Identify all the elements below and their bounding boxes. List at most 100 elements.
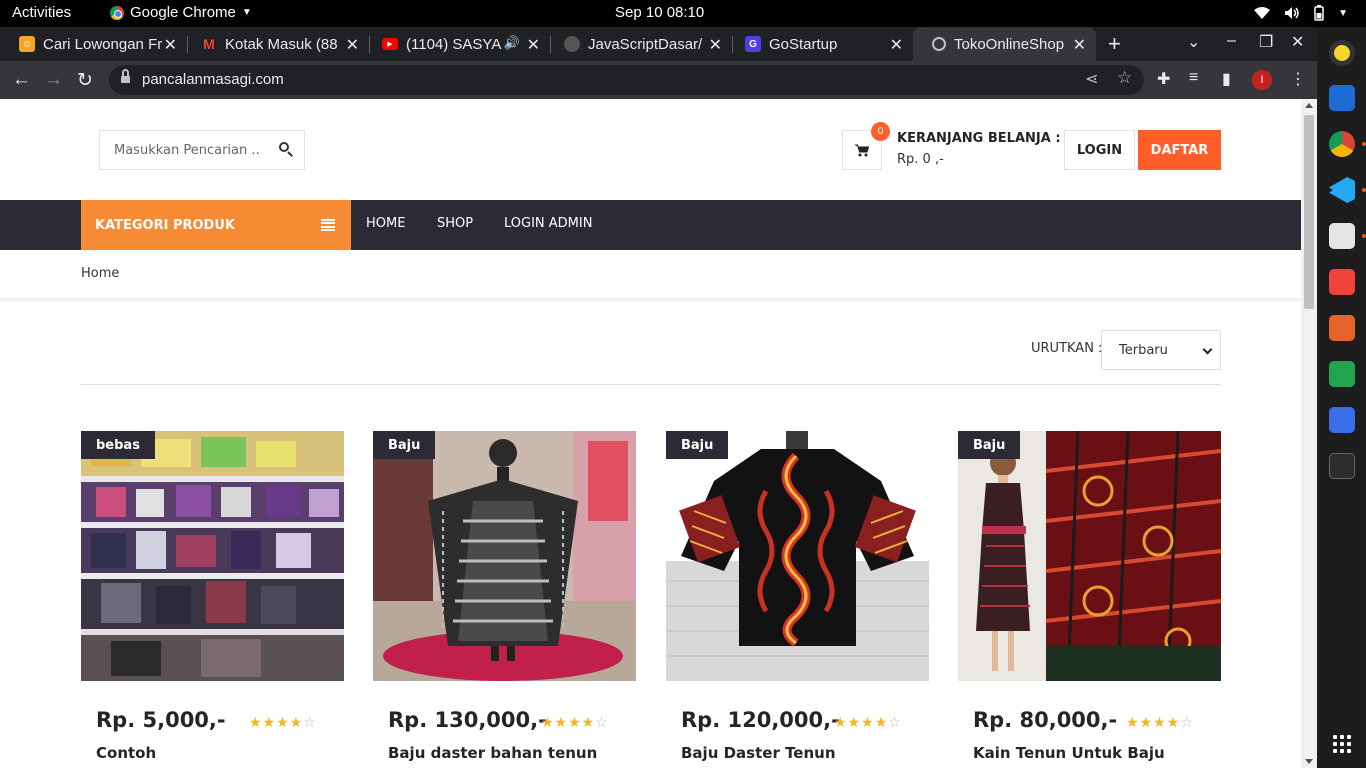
chrome-dock-icon[interactable] xyxy=(1329,131,1355,157)
tab-gmail[interactable]: M Kotak Masuk (88 ✕ xyxy=(182,27,369,61)
show-apps-icon[interactable] xyxy=(1333,735,1351,753)
login-button[interactable]: LOGIN xyxy=(1064,130,1135,170)
close-window-icon[interactable]: ✕ xyxy=(1291,32,1304,52)
product-price: Rp. 130,000,- xyxy=(388,708,547,732)
new-tab-button[interactable]: + xyxy=(1108,31,1121,57)
close-icon[interactable]: ✕ xyxy=(709,35,722,55)
tab-title: Kotak Masuk (88 xyxy=(225,35,338,53)
terminal-icon[interactable] xyxy=(1329,453,1355,479)
product-image[interactable] xyxy=(958,431,1221,681)
app-menu-label: Google Chrome xyxy=(130,4,236,21)
writer-icon[interactable] xyxy=(1329,85,1355,111)
scrollbar-thumb[interactable] xyxy=(1304,115,1314,309)
cart-title: KERANJANG BELANJA : xyxy=(897,131,1061,146)
app-menu[interactable]: Google Chrome ▼ xyxy=(110,4,252,21)
wifi-icon xyxy=(1254,7,1271,19)
profile-avatar[interactable]: I xyxy=(1252,70,1272,90)
tab-title: JavaScriptDasar/ xyxy=(588,35,703,53)
close-icon[interactable]: ✕ xyxy=(1073,35,1086,55)
rhythmbox-icon[interactable] xyxy=(1329,40,1355,66)
category-tag[interactable]: Baju xyxy=(373,431,436,459)
files-icon[interactable] xyxy=(1329,223,1355,249)
side-panel-icon[interactable]: ▮ xyxy=(1222,69,1231,89)
star-icon: ★★★★ xyxy=(249,714,304,730)
product-name[interactable]: Kain Tenun Untuk Baju xyxy=(973,744,1165,762)
chevron-down-icon xyxy=(1202,344,1213,355)
audio-playing-icon[interactable]: 🔊 xyxy=(504,35,520,51)
nav-login-admin[interactable]: LOGIN ADMIN xyxy=(504,216,592,231)
category-tag[interactable]: Baju xyxy=(958,431,1021,459)
sort-label: URUTKAN : xyxy=(1031,341,1103,356)
clock[interactable]: Sep 10 08:10 xyxy=(615,4,704,21)
activities-button[interactable]: Activities xyxy=(12,4,71,21)
tab-title: TokoOnlineShop xyxy=(954,35,1065,53)
search-icon[interactable] xyxy=(278,141,294,157)
lock-icon[interactable] xyxy=(121,69,130,84)
rating-stars: ★★★★☆ xyxy=(541,714,609,731)
reload-icon[interactable]: ↻ xyxy=(77,69,93,92)
address-bar[interactable]: pancalanmasagi.com ⋖ ☆ xyxy=(109,65,1144,95)
system-tray[interactable]: ▼ xyxy=(1254,5,1348,21)
list-icon xyxy=(321,219,335,231)
tab-github[interactable]: JavaScriptDasar/ ✕ xyxy=(545,27,732,61)
nav-shop[interactable]: SHOP xyxy=(437,216,473,231)
tab-gostartup[interactable]: G GoStartup ✕ xyxy=(726,27,913,61)
close-icon[interactable]: ✕ xyxy=(527,35,540,55)
divider xyxy=(81,384,1221,385)
close-icon[interactable]: ✕ xyxy=(164,35,177,55)
category-menu-button[interactable]: KATEGORI PRODUK xyxy=(81,200,351,250)
globe-icon xyxy=(932,37,946,51)
register-button[interactable]: DAFTAR xyxy=(1138,130,1221,170)
section-divider-shadow xyxy=(0,298,1301,303)
job-icon: ☺ xyxy=(19,36,35,52)
sort-select[interactable]: Terbaru xyxy=(1101,330,1221,370)
vscode-icon[interactable] xyxy=(1329,177,1355,203)
tab-search-icon[interactable]: ⌄ xyxy=(1187,32,1200,52)
bookmark-star-icon[interactable]: ☆ xyxy=(1117,68,1132,88)
tab-youtube[interactable]: ▶ (1104) SASYA 🔊 ✕ xyxy=(363,27,550,61)
tab-title: Cari Lowongan Fr xyxy=(43,35,163,53)
back-icon[interactable]: ← xyxy=(12,69,31,91)
reading-list-icon[interactable]: ≡ xyxy=(1189,69,1198,87)
star-icon: ★★★★ xyxy=(541,714,596,730)
breadcrumb[interactable]: Home xyxy=(81,266,119,281)
product-name[interactable]: Baju Daster Tenun xyxy=(681,744,836,762)
menu-kebab-icon[interactable]: ⋮ xyxy=(1290,69,1306,89)
search-input[interactable] xyxy=(100,131,265,169)
category-tag[interactable]: bebas xyxy=(81,431,155,459)
share-icon[interactable]: ⋖ xyxy=(1085,69,1098,89)
restore-icon[interactable]: ❐ xyxy=(1259,32,1273,52)
url-text[interactable]: pancalanmasagi.com xyxy=(142,71,284,88)
product-name[interactable]: Contoh xyxy=(96,744,156,762)
scroll-down-arrow-icon[interactable] xyxy=(1305,759,1313,764)
main-nav: KATEGORI PRODUK HOME SHOP LOGIN ADMIN xyxy=(0,200,1301,250)
star-icon: ★★★★ xyxy=(1126,714,1181,730)
product-image[interactable] xyxy=(666,431,929,681)
caret-down-icon: ▼ xyxy=(1338,7,1348,19)
rating-stars: ★★★★☆ xyxy=(834,714,902,731)
tab-tokoonlineshop[interactable]: TokoOnlineShop ✕ xyxy=(913,27,1096,61)
chrome-icon xyxy=(110,5,124,20)
gostartup-icon: G xyxy=(745,36,761,52)
extensions-icon[interactable]: ✚ xyxy=(1157,69,1170,89)
category-tag[interactable]: Baju xyxy=(666,431,729,459)
page-scrollbar[interactable] xyxy=(1301,99,1317,768)
product-image[interactable] xyxy=(373,431,636,681)
close-icon[interactable]: ✕ xyxy=(890,35,903,55)
nav-home[interactable]: HOME xyxy=(366,216,405,231)
battery-icon xyxy=(1314,5,1324,21)
anydesk-icon[interactable] xyxy=(1329,269,1355,295)
rating-stars: ★★★★☆ xyxy=(1126,714,1194,731)
impress-icon[interactable] xyxy=(1329,315,1355,341)
screenshot-icon[interactable] xyxy=(1329,407,1355,433)
calc-icon[interactable] xyxy=(1329,361,1355,387)
gmail-icon: M xyxy=(203,36,215,52)
product-image[interactable] xyxy=(81,431,344,681)
close-icon[interactable]: ✕ xyxy=(346,35,359,55)
minimize-icon[interactable]: – xyxy=(1227,32,1236,50)
forward-icon[interactable]: → xyxy=(44,69,63,91)
product-name[interactable]: Baju daster bahan tenun xyxy=(388,744,597,762)
tab-cari-lowongan[interactable]: ☺ Cari Lowongan Fr ✕ xyxy=(0,27,187,61)
product-price: Rp. 5,000,- xyxy=(96,708,226,732)
scroll-up-arrow-icon[interactable] xyxy=(1305,103,1313,108)
